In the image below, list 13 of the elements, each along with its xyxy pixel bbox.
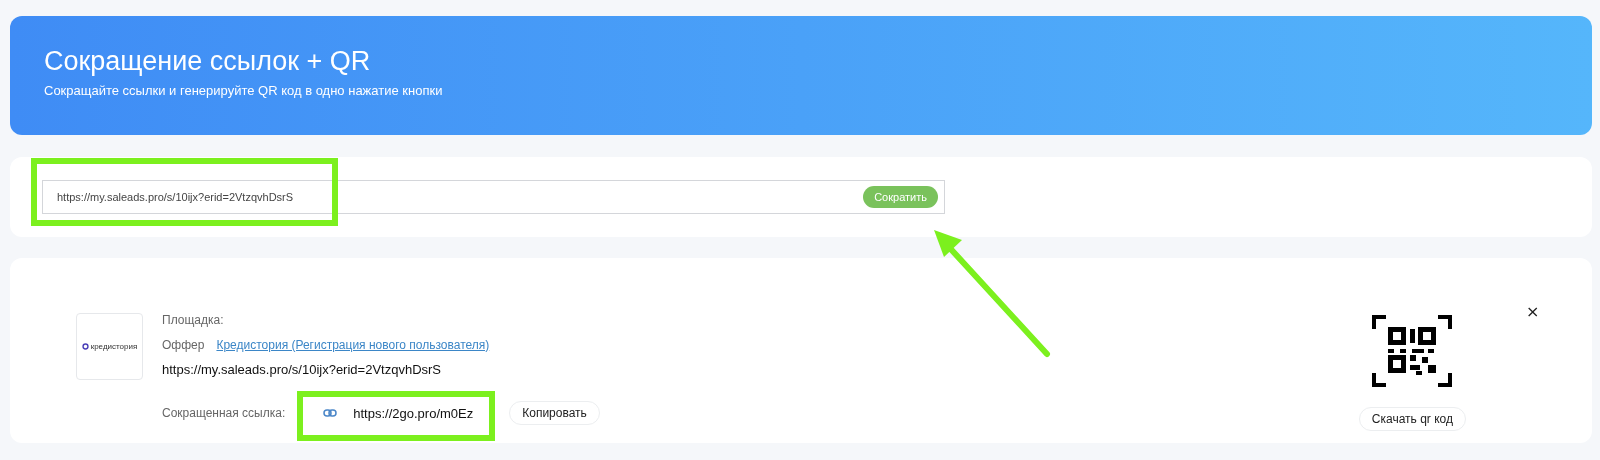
offer-label: Оффер [162,337,205,352]
original-url: https://my.saleads.pro/s/10ijx?erid=2VtzqvhDsrS [162,362,443,377]
platform-label: Площадка: [162,313,225,327]
url-field[interactable]: https://my.saleads.pro/s/10ijx?erid=2VtzqvhDsrS Сократить [42,180,945,214]
logo-text: кредистория [90,342,138,351]
page-title: Сокращение ссылок + QR [44,46,372,77]
offer-link[interactable]: Кредистория (Регистрация нового пользователя) [216,337,490,352]
close-button[interactable]: × [1526,302,1540,321]
short-link-label: Сокращенная ссылка: [162,406,286,420]
copy-button[interactable]: Копировать [509,401,600,425]
page-subtitle: Сокращайте ссылки и генерируйте QR код в одно нажатие кнопки [44,83,444,98]
short-url: https://2go.pro/m0Ez [353,405,474,421]
download-qr-button[interactable]: Скачать qr код [1358,407,1466,431]
